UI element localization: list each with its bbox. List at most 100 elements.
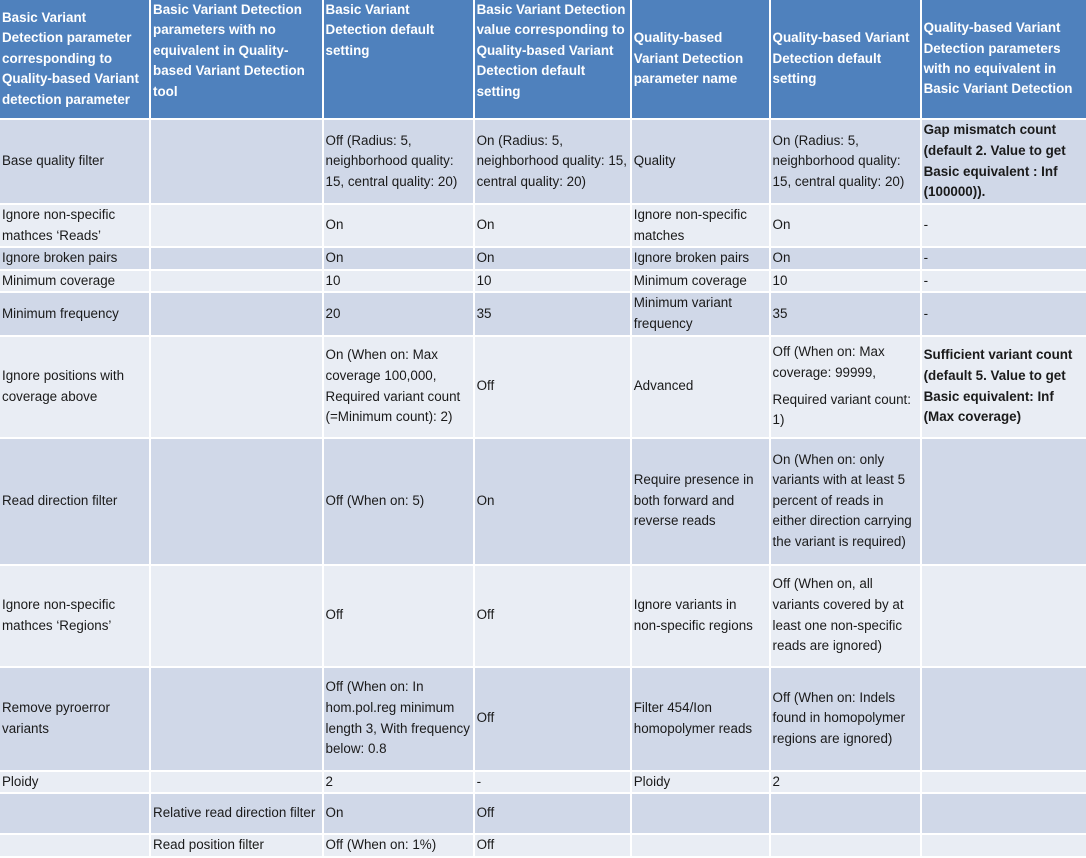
table-row: Ignore non-specific mathces ‘Reads’ On O… — [0, 205, 1086, 247]
cell-basic-value-for-quality: 10 — [474, 270, 630, 292]
cell-basic-param: Ignore non-specific mathces ‘Regions’ — [0, 565, 150, 666]
cell-basic-param: Minimum coverage — [0, 270, 150, 292]
cell-basic-param — [0, 794, 150, 834]
cell-basic-param: Ignore positions with coverage above — [0, 336, 150, 437]
header-quality-param: Quality-based Variant Detection paramete… — [631, 0, 769, 118]
cell-basic-default: 20 — [323, 293, 473, 335]
cell-basic-default: 2 — [323, 771, 473, 793]
cell-basic-no-equivalent: Read position filter — [151, 835, 322, 856]
cell-basic-no-equivalent — [151, 667, 322, 770]
cell-quality-default: Off (When on: Max coverage: 99999, Requir… — [770, 336, 920, 437]
cell-basic-value-for-quality: Off — [474, 667, 630, 770]
cell-quality-no-equivalent: - — [921, 270, 1086, 292]
cell-quality-param: Quality — [631, 120, 769, 203]
cell-quality-default: On — [770, 205, 920, 247]
cell-quality-no-equivalent: Gap mismatch count (default 2. Value to … — [921, 120, 1086, 203]
table-row: Ignore positions with coverage above On … — [0, 336, 1086, 437]
header-basic-param: Basic Variant Detection parameter corres… — [0, 0, 150, 118]
cell-quality-default: 2 — [770, 771, 920, 793]
cell-basic-value-for-quality: On — [474, 248, 630, 269]
cell-basic-value-for-quality: Off — [474, 835, 630, 856]
header-quality-default: Quality-based Variant Detection default … — [770, 0, 920, 118]
cell-quality-param: Advanced — [631, 336, 769, 437]
cell-basic-param: Base quality filter — [0, 120, 150, 203]
cell-quality-param: Filter 454/Ion homopolymer reads — [631, 667, 769, 770]
cell-quality-default: On — [770, 248, 920, 269]
cell-quality-param — [631, 794, 769, 834]
header-basic-value-for-quality: Basic Variant Detection value correspond… — [474, 0, 630, 118]
cell-quality-param — [631, 835, 769, 856]
cell-quality-no-equivalent: - — [921, 293, 1086, 335]
cell-basic-no-equivalent — [151, 205, 322, 247]
quality-default-line-2: Required variant count: 1) — [772, 391, 911, 428]
header-basic-default: Basic Variant Detection default setting — [323, 0, 473, 118]
cell-basic-no-equivalent: Relative read direction filter — [151, 794, 322, 834]
cell-quality-no-equivalent — [921, 438, 1086, 564]
cell-basic-no-equivalent — [151, 270, 322, 292]
cell-basic-value-for-quality: On (Radius: 5, neighborhood quality: 15,… — [474, 120, 630, 203]
cell-quality-default — [770, 794, 920, 834]
cell-basic-no-equivalent — [151, 248, 322, 269]
cell-basic-param: Minimum frequency — [0, 293, 150, 335]
cell-basic-default: Off (When on: 5) — [323, 438, 473, 564]
cell-basic-default: Off (When on: In hom.pol.reg minimum len… — [323, 667, 473, 770]
cell-quality-no-equivalent — [921, 771, 1086, 793]
cell-quality-no-equivalent: - — [921, 248, 1086, 269]
cell-basic-param: Ploidy — [0, 771, 150, 793]
table-row: Minimum coverage 10 10 Minimum coverage … — [0, 270, 1086, 292]
cell-basic-default: Off (Radius: 5, neighborhood quality: 15… — [323, 120, 473, 203]
cell-basic-value-for-quality: On — [474, 205, 630, 247]
table-row: Ignore non-specific mathces ‘Regions’ Of… — [0, 565, 1086, 666]
table-row: Read position filter Off (When on: 1%) O… — [0, 835, 1086, 856]
cell-quality-default: On (Radius: 5, neighborhood quality: 15,… — [770, 120, 920, 203]
table-row: Ploidy 2 - Ploidy 2 — [0, 771, 1086, 793]
cell-quality-param: Ignore broken pairs — [631, 248, 769, 269]
cell-quality-default — [770, 835, 920, 856]
cell-basic-value-for-quality: 35 — [474, 293, 630, 335]
cell-quality-no-equivalent — [921, 794, 1086, 834]
table-row: Base quality filter Off (Radius: 5, neig… — [0, 120, 1086, 203]
cell-quality-param: Minimum variant frequency — [631, 293, 769, 335]
header-quality-no-equivalent: Quality-based Variant Detection paramete… — [921, 0, 1086, 118]
table-row: Relative read direction filter On Off — [0, 794, 1086, 834]
cell-quality-param: Ignore variants in non-specific regions — [631, 565, 769, 666]
cell-basic-param: Remove pyroerror variants — [0, 667, 150, 770]
cell-quality-param: Minimum coverage — [631, 270, 769, 292]
cell-basic-default: On — [323, 248, 473, 269]
table-row: Minimum frequency 20 35 Minimum variant … — [0, 293, 1086, 335]
cell-quality-default: On (When on: only variants with at least… — [770, 438, 920, 564]
cell-quality-param: Ignore non-specific matches — [631, 205, 769, 247]
cell-basic-default: On (When on: Max coverage 100,000, Requi… — [323, 336, 473, 437]
cell-basic-value-for-quality: Off — [474, 565, 630, 666]
cell-basic-default: Off (When on: 1%) — [323, 835, 473, 856]
cell-quality-no-equivalent — [921, 835, 1086, 856]
cell-quality-default: 35 — [770, 293, 920, 335]
header-basic-no-equivalent: Basic Variant Detection parameters with … — [151, 0, 322, 118]
cell-basic-no-equivalent — [151, 120, 322, 203]
cell-quality-param: Ploidy — [631, 771, 769, 793]
cell-basic-value-for-quality: Off — [474, 336, 630, 437]
cell-basic-param: Read direction filter — [0, 438, 150, 564]
cell-quality-no-equivalent: - — [921, 205, 1086, 247]
cell-quality-no-equivalent: Sufficient variant count (default 5. Val… — [921, 336, 1086, 437]
parameter-comparison-table: Basic Variant Detection parameter corres… — [0, 0, 1086, 858]
cell-quality-param: Require presence in both forward and rev… — [631, 438, 769, 564]
table-row: Remove pyroerror variants Off (When on: … — [0, 667, 1086, 770]
table-row: Read direction filter Off (When on: 5) O… — [0, 438, 1086, 564]
cell-quality-no-equivalent — [921, 565, 1086, 666]
cell-basic-value-for-quality: On — [474, 438, 630, 564]
quality-default-line-1: Off (When on: Max coverage: 99999, — [772, 344, 885, 380]
cell-basic-default: Off — [323, 565, 473, 666]
cell-basic-value-for-quality: Off — [474, 794, 630, 834]
cell-basic-default: 10 — [323, 270, 473, 292]
cell-quality-default: Off (When on, all variants covered by at… — [770, 565, 920, 666]
cell-basic-param — [0, 835, 150, 856]
cell-basic-param: Ignore non-specific mathces ‘Reads’ — [0, 205, 150, 247]
cell-quality-no-equivalent — [921, 667, 1086, 770]
header-row: Basic Variant Detection parameter corres… — [0, 0, 1086, 118]
cell-basic-no-equivalent — [151, 293, 322, 335]
cell-quality-default: Off (When on: Indels found in homopolyme… — [770, 667, 920, 770]
cell-basic-default: On — [323, 205, 473, 247]
cell-basic-default: On — [323, 794, 473, 834]
cell-basic-param: Ignore broken pairs — [0, 248, 150, 269]
